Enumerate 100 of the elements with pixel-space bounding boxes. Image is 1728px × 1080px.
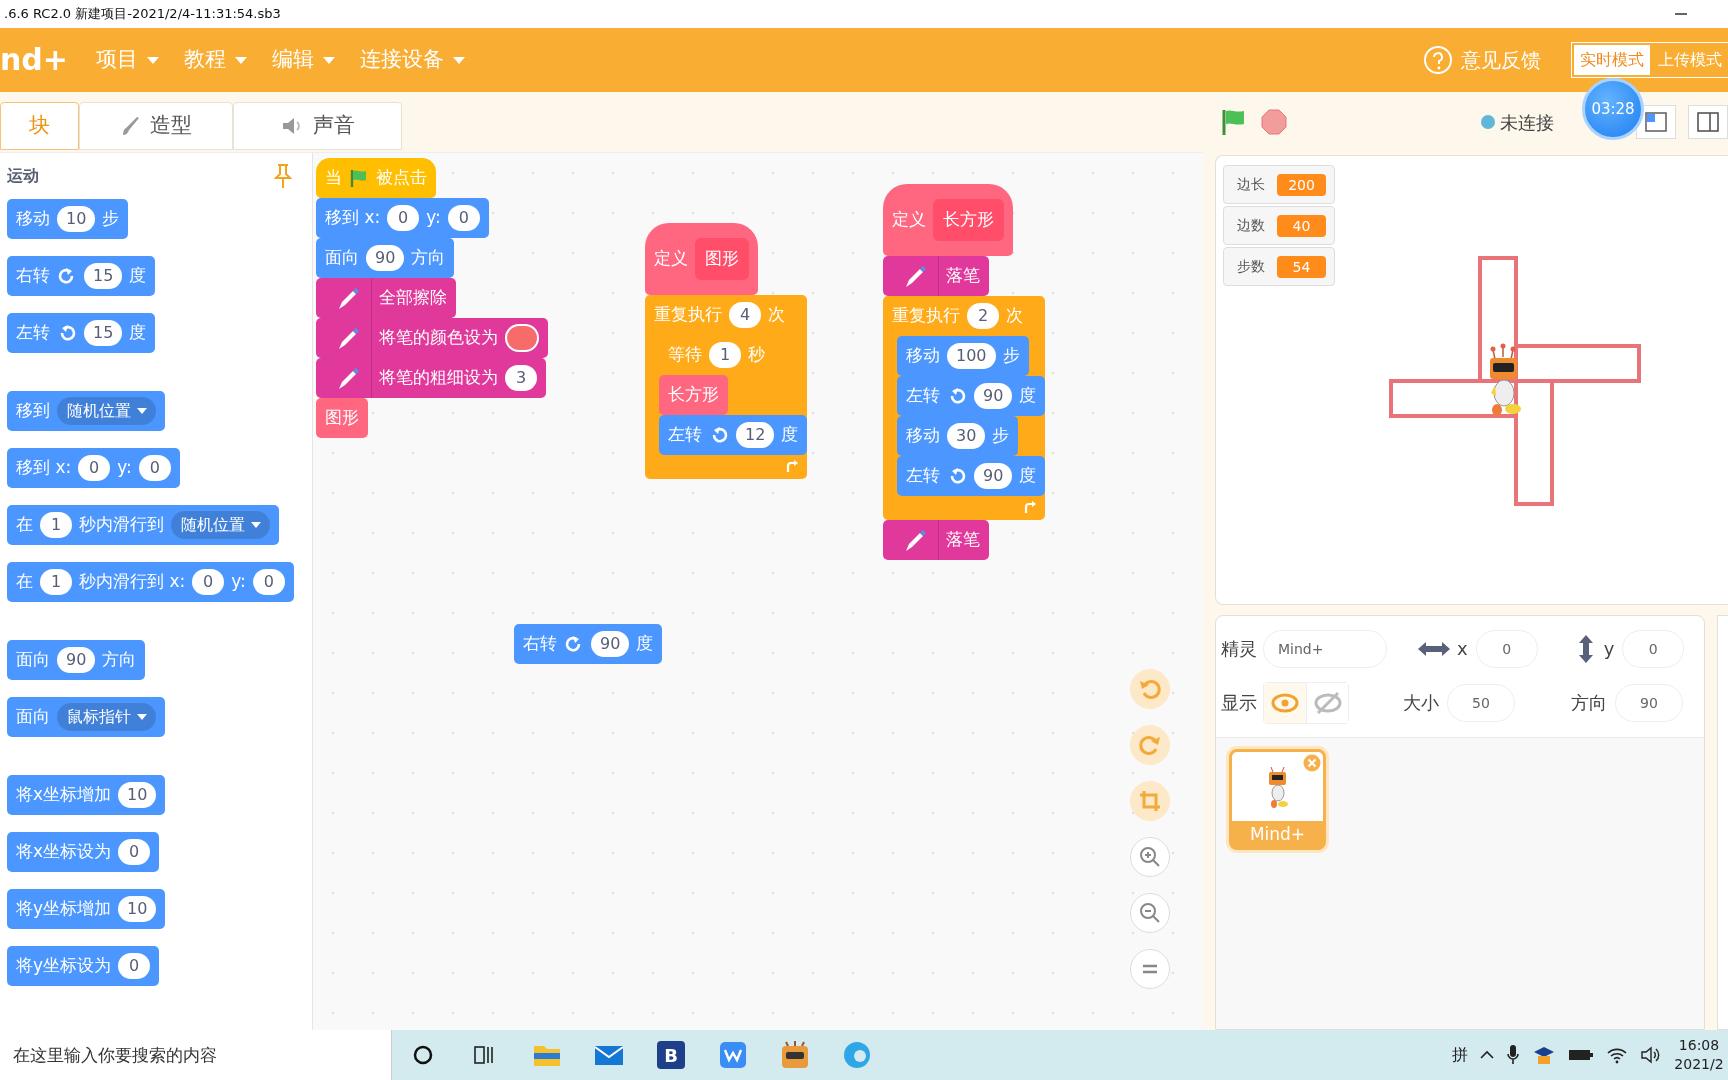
dropdown-input[interactable]: 鼠标指针 <box>57 703 156 731</box>
block-label: 度 <box>129 264 147 288</box>
number-input[interactable]: 4 <box>729 302 761 328</box>
code-block[interactable]: 落笔 <box>883 520 989 560</box>
number-input[interactable]: 90 <box>974 383 1013 409</box>
number-input[interactable]: 0 <box>118 953 151 979</box>
canvas-control-button[interactable] <box>1130 949 1170 989</box>
number-input[interactable]: 10 <box>118 782 157 808</box>
loop-block[interactable]: 重复执行 4 次 等待 1 秒 长方形 左转 12 度 <box>645 295 808 479</box>
code-block[interactable]: 面向 90 方向 <box>7 640 146 680</box>
crop-icon <box>1138 789 1162 813</box>
number-input[interactable]: 15 <box>84 263 123 289</box>
code-block[interactable]: 右转 15 度 <box>7 256 156 296</box>
code-block[interactable]: 右转 90 度 <box>514 624 663 664</box>
editor-tab[interactable]: 声音 <box>233 102 402 150</box>
number-input[interactable]: 10 <box>118 896 157 922</box>
chevron-up-icon[interactable] <box>1480 1050 1494 1060</box>
number-input[interactable]: 15 <box>84 320 123 346</box>
code-block[interactable]: 左转 90 度 <box>897 456 1046 496</box>
small-stage-button[interactable] <box>1636 105 1676 139</box>
code-block[interactable]: 左转 90 度 <box>897 376 1046 416</box>
code-block[interactable]: 面向 鼠标指针 <box>7 697 165 737</box>
battery-icon[interactable] <box>1568 1048 1594 1062</box>
code-block[interactable]: 将y坐标增加 10 <box>7 889 166 929</box>
number-input[interactable]: 1 <box>709 342 741 368</box>
code-block[interactable]: 在 1 秒内滑行到 随机位置 <box>7 505 279 545</box>
number-input[interactable]: 0 <box>138 455 171 481</box>
number-input[interactable]: 90 <box>57 647 96 673</box>
robot-icon[interactable] <box>779 1040 811 1070</box>
dropdown-input[interactable]: 随机位置 <box>57 397 156 425</box>
code-block[interactable]: 将笔的粗细设为 3 <box>316 358 546 398</box>
circle-icon[interactable] <box>412 1044 434 1066</box>
number-input[interactable]: 0 <box>447 205 480 231</box>
number-input[interactable]: 1 <box>40 512 72 538</box>
code-block[interactable]: 左转 15 度 <box>7 313 156 353</box>
number-input[interactable]: 0 <box>252 569 285 595</box>
pin-icon[interactable] <box>272 163 294 189</box>
visibility-toggle[interactable] <box>1306 682 1348 723</box>
code-block[interactable]: 将笔的颜色设为 <box>316 318 548 358</box>
volume-icon[interactable] <box>1640 1046 1662 1064</box>
number-input[interactable]: 0 <box>118 839 151 865</box>
color-input[interactable] <box>505 324 539 352</box>
code-block[interactable]: 将y坐标设为 0 <box>7 946 160 986</box>
number-input[interactable]: 90 <box>366 245 405 271</box>
canvas-control-button[interactable] <box>1130 781 1170 821</box>
code-block[interactable]: 移动 100 步 <box>897 336 1029 376</box>
code-block[interactable]: 将x坐标增加 10 <box>7 775 166 815</box>
number-input[interactable]: 90 <box>591 631 630 657</box>
direction-field[interactable]: 90 <box>1615 683 1683 722</box>
number-input[interactable]: 10 <box>57 206 96 232</box>
visibility-toggle[interactable] <box>1264 682 1306 723</box>
mail-icon[interactable] <box>594 1043 624 1067</box>
dropdown-input[interactable]: 随机位置 <box>171 511 270 539</box>
code-block[interactable]: 移到 随机位置 <box>7 391 165 431</box>
code-block[interactable]: 全部擦除 <box>316 278 456 318</box>
code-block[interactable]: 移到 x: 0 y: 0 <box>7 448 180 488</box>
number-input[interactable]: 90 <box>974 463 1013 489</box>
search-field[interactable]: 在这里输入你要搜索的内容 <box>0 1030 392 1080</box>
input-method-indicator[interactable]: 拼 <box>1452 1043 1468 1067</box>
number-input[interactable]: 0 <box>78 455 111 481</box>
number-input[interactable]: 12 <box>736 422 775 448</box>
block-label: y: <box>117 456 132 480</box>
document-app-icon[interactable] <box>719 1041 747 1069</box>
browser-icon[interactable] <box>842 1040 872 1070</box>
minimize-icon[interactable] <box>1674 12 1688 16</box>
number-input[interactable]: 30 <box>947 423 986 449</box>
canvas-control-button[interactable] <box>1130 837 1170 877</box>
sprite-name-field[interactable]: Mind+ <box>1263 629 1387 668</box>
number-input[interactable]: 0 <box>387 205 420 231</box>
editor-tab[interactable]: 造型 <box>79 102 233 150</box>
code-block[interactable]: 面向 90 方向 <box>316 238 455 278</box>
size-field[interactable]: 50 <box>1447 683 1515 722</box>
large-stage-button[interactable] <box>1688 105 1728 139</box>
number-input[interactable]: 2 <box>967 303 999 329</box>
tray-app-icon[interactable] <box>1532 1044 1556 1066</box>
y-field[interactable]: 0 <box>1622 629 1685 668</box>
block-label: 当 <box>325 166 342 190</box>
x-field[interactable]: 0 <box>1475 629 1538 668</box>
code-block[interactable]: 将x坐标设为 0 <box>7 832 160 872</box>
loop-block[interactable]: 重复执行 2 次 移动 100 步 左转 90 度 移动 30 步 左转 90 度 <box>883 296 1046 520</box>
canvas-control-button[interactable] <box>1130 893 1170 933</box>
number-input[interactable]: 100 <box>947 343 996 369</box>
number-input[interactable]: 1 <box>40 569 72 595</box>
wifi-icon[interactable] <box>1606 1046 1628 1064</box>
code-block[interactable]: 移动 10 步 <box>7 199 129 239</box>
code-block[interactable]: 移到 x: 0 y: 0 <box>316 198 489 238</box>
canvas-control-button[interactable] <box>1130 725 1170 765</box>
block-label: 被点击 <box>376 166 427 190</box>
number-input[interactable]: 0 <box>192 569 225 595</box>
window-title: .6.6 RC2.0 新建项目-2021/2/4-11:31:54.sb3 <box>4 5 281 24</box>
code-block[interactable]: 左转 12 度 <box>659 415 808 455</box>
code-block[interactable]: 在 1 秒内滑行到 x: 0 y: 0 <box>7 562 294 602</box>
canvas-control-button[interactable] <box>1130 669 1170 709</box>
taskbar-app-icon[interactable]: B <box>657 1041 685 1069</box>
monitor-label: 边长 <box>1237 175 1265 194</box>
code-block[interactable]: 移动 30 步 <box>897 416 1019 456</box>
stop-button[interactable] <box>1260 108 1288 136</box>
code-block[interactable]: 落笔 <box>883 256 989 296</box>
number-input[interactable]: 3 <box>505 365 537 391</box>
microphone-icon[interactable] <box>1506 1044 1520 1066</box>
